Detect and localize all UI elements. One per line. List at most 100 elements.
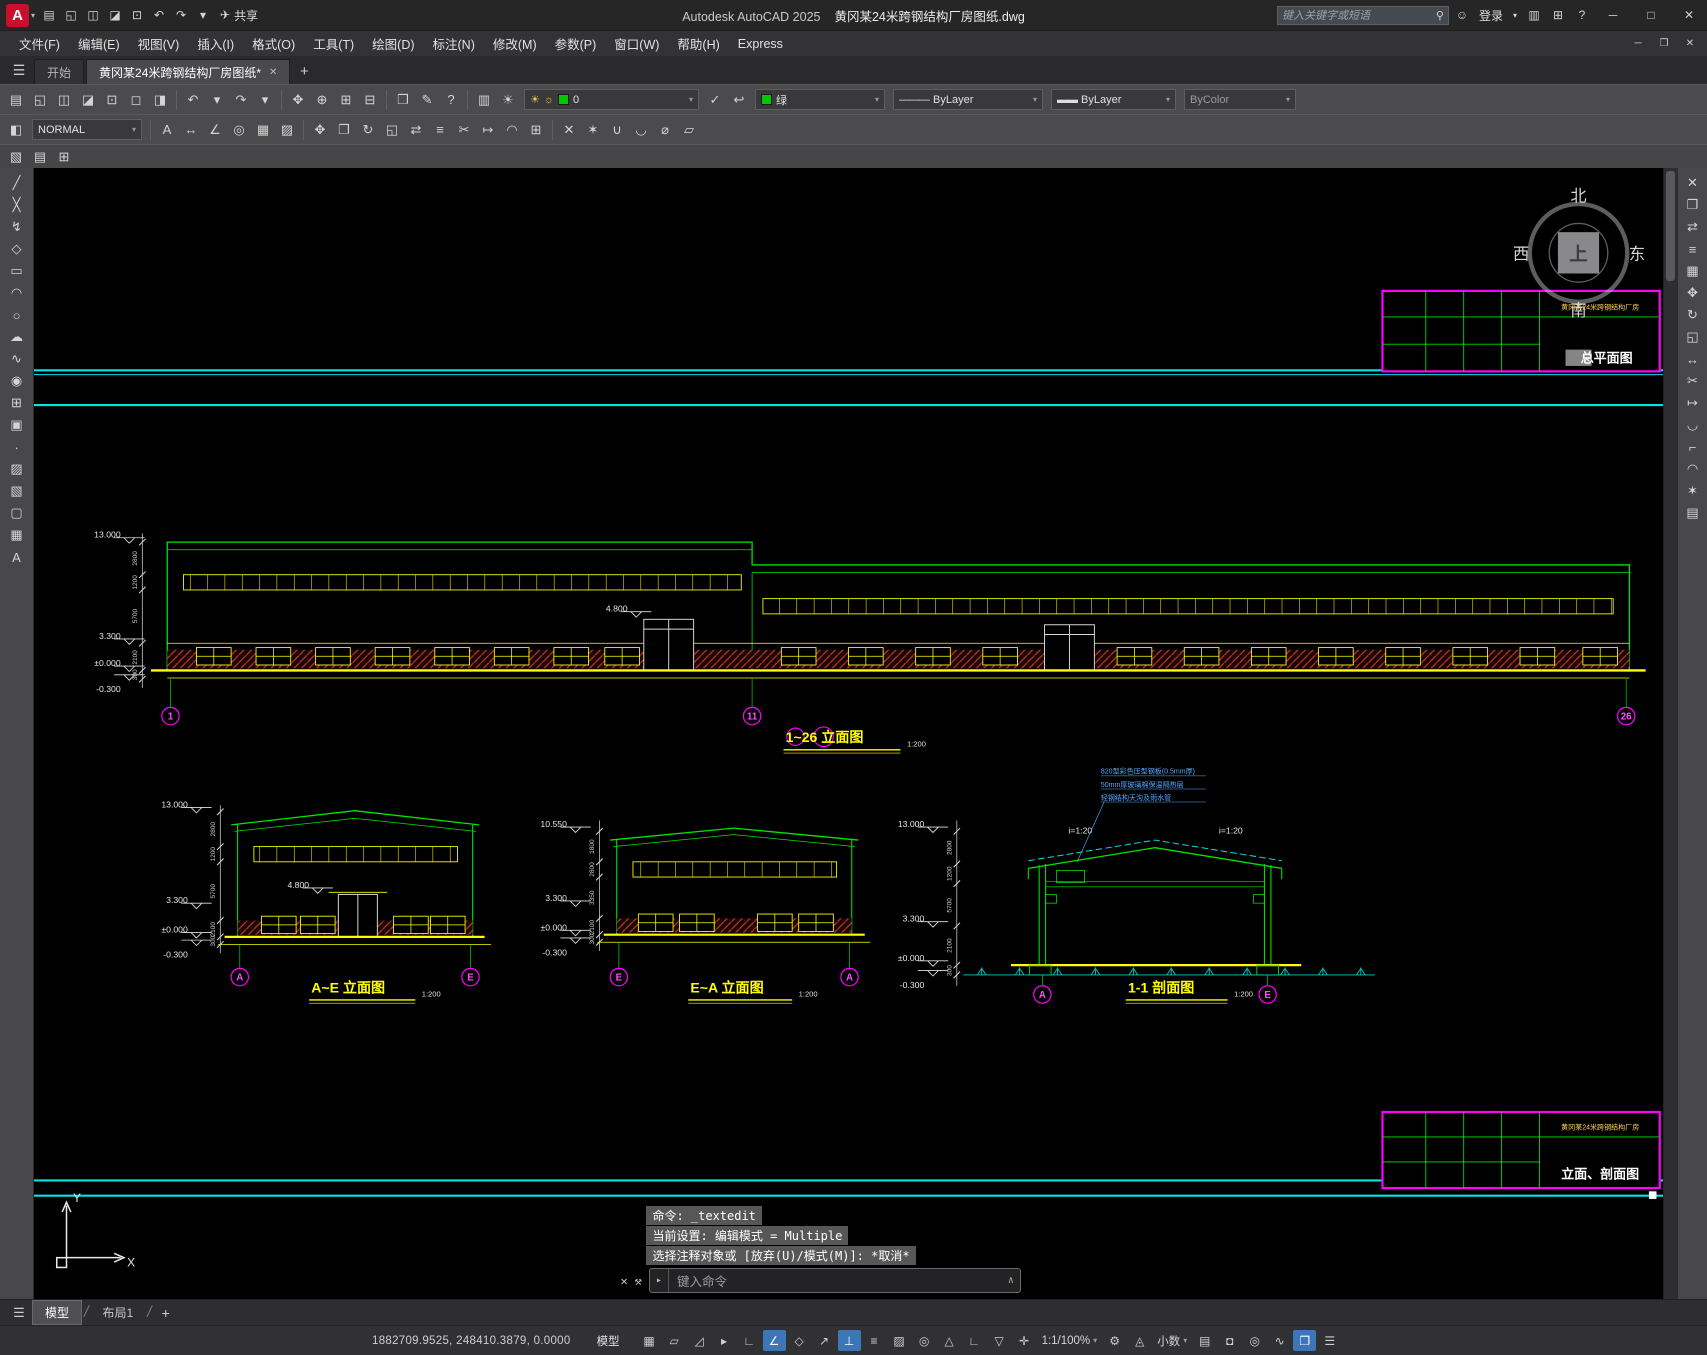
ungroup-icon[interactable]: ▤ <box>28 146 52 168</box>
object-snap-icon[interactable]: ⊥ <box>837 1330 861 1351</box>
plotstyle-dropdown-caret-icon[interactable]: ▾ <box>1286 95 1290 104</box>
text-style-caret-icon[interactable]: ▾ <box>132 125 136 134</box>
color-dropdown-caret-icon[interactable]: ▾ <box>875 95 879 104</box>
command-close-icon[interactable]: ✕ <box>620 1274 627 1288</box>
infer-constraints-icon[interactable]: ◿ <box>688 1330 711 1351</box>
model-space[interactable]: 黄冈某24米跨钢结构厂房 总平面图 黄冈某24米跨钢结构厂房 立面、剖面图 28… <box>34 168 1663 1299</box>
hatch-icon[interactable]: ▨ <box>5 458 29 480</box>
open-file-icon[interactable]: ◱ <box>60 5 82 25</box>
isolate-objects-icon[interactable]: ◎ <box>1243 1330 1266 1351</box>
table-icon[interactable]: ▦ <box>5 524 29 546</box>
table-icon[interactable]: ▦ <box>251 119 275 141</box>
dim-angular-icon[interactable]: ∠ <box>203 119 227 141</box>
help-menu-icon[interactable]: ? <box>1571 5 1593 25</box>
erase-icon[interactable]: ✕ <box>1681 172 1705 194</box>
minimize-button[interactable]: ─ <box>1595 0 1631 30</box>
drawing-title[interactable]: E~A 立面图 <box>690 979 763 995</box>
user-icon[interactable]: ☺ <box>1451 5 1473 25</box>
save-as-icon[interactable]: ◪ <box>104 5 126 25</box>
construction-line-icon[interactable]: ╳ <box>5 194 29 216</box>
fillet-icon[interactable]: ◠ <box>1681 458 1705 480</box>
units-caret-icon[interactable]: ▾ <box>1183 1336 1187 1345</box>
rectangle-icon[interactable]: ▭ <box>5 260 29 282</box>
group-manager-icon[interactable]: ⊞ <box>52 146 76 168</box>
layer-on-icon[interactable]: ☀ <box>530 93 540 106</box>
menu-item[interactable]: 插入(I) <box>188 31 243 57</box>
selection-filter-icon[interactable]: ▽ <box>988 1330 1011 1351</box>
mtext-icon[interactable]: A <box>5 546 29 568</box>
doc-close-button[interactable]: ✕ <box>1677 33 1703 55</box>
scale-icon[interactable]: ◱ <box>1681 326 1705 348</box>
zoom-realtime-icon[interactable]: ⊕ <box>310 89 334 111</box>
extend-icon[interactable]: ↦ <box>476 119 500 141</box>
dim-linear-icon[interactable]: ↔ <box>179 119 203 141</box>
selection-cycling-icon[interactable]: ◎ <box>913 1330 936 1351</box>
qat-caret-icon[interactable]: ▾ <box>192 5 214 25</box>
array-icon[interactable]: ⊞ <box>524 119 548 141</box>
array-icon[interactable]: ▦ <box>1681 260 1705 282</box>
compass-north[interactable]: 北 <box>1570 188 1586 206</box>
redo-caret-icon[interactable]: ▾ <box>253 89 277 111</box>
menu-item[interactable]: 工具(T) <box>304 31 363 57</box>
scale-caret-icon[interactable]: ▾ <box>1093 1336 1097 1345</box>
dynamic-input-icon[interactable]: ▸ <box>713 1330 736 1351</box>
app-menu-caret-icon[interactable]: ▾ <box>31 11 35 20</box>
redo-icon[interactable]: ↷ <box>170 5 192 25</box>
ellipse-icon[interactable]: ◉ <box>5 370 29 392</box>
doc-restore-button[interactable]: ❐ <box>1651 33 1677 55</box>
model-space-toggle[interactable]: 模型 <box>589 1331 628 1351</box>
transparency-icon[interactable]: ▨ <box>888 1330 911 1351</box>
revision-cloud-icon[interactable]: ☁ <box>5 326 29 348</box>
add-layout-button[interactable]: + <box>154 1303 178 1323</box>
object-snap-tracking-icon[interactable]: ↗ <box>813 1330 836 1351</box>
undo-icon[interactable]: ↶ <box>181 89 205 111</box>
saveas-icon[interactable]: ◪ <box>76 89 100 111</box>
search-icon[interactable]: ⚲ <box>1436 9 1444 22</box>
isometric-icon[interactable]: ◇ <box>788 1330 811 1351</box>
undo-caret-icon[interactable]: ▾ <box>205 89 229 111</box>
layer-freeze-icon[interactable]: ☼ <box>544 94 554 106</box>
erase-icon[interactable]: ✕ <box>557 119 581 141</box>
help-icon[interactable]: ? <box>439 89 463 111</box>
menu-item[interactable]: Express <box>729 31 792 57</box>
rotate-icon[interactable]: ↻ <box>356 119 380 141</box>
point-icon[interactable]: ∙ <box>5 436 29 458</box>
zoom-window-icon[interactable]: ⊞ <box>334 89 358 111</box>
text-style-dropdown[interactable]: NORMAL ▾ <box>32 119 142 140</box>
pan-icon[interactable]: ✥ <box>286 89 310 111</box>
recent-commands-icon[interactable]: ▸ <box>656 1269 669 1292</box>
stretch-icon[interactable]: ↔ <box>1681 348 1705 370</box>
explode-icon[interactable]: ✶ <box>581 119 605 141</box>
spline-icon[interactable]: ∿ <box>5 348 29 370</box>
osnap-3d-icon[interactable]: △ <box>938 1330 961 1351</box>
group-icon[interactable]: ▧ <box>4 146 28 168</box>
move-icon[interactable]: ✥ <box>1681 282 1705 304</box>
trim-icon[interactable]: ✂ <box>452 119 476 141</box>
extend-icon[interactable]: ↦ <box>1681 392 1705 414</box>
draworder-icon[interactable]: ◧ <box>4 119 28 141</box>
tab-layout1[interactable]: 布局1 <box>90 1301 145 1324</box>
explode-icon[interactable]: ✶ <box>1681 480 1705 502</box>
clean-screen-icon[interactable]: ❐ <box>1293 1330 1317 1351</box>
redo-icon[interactable]: ↷ <box>229 89 253 111</box>
autocad-logo[interactable]: A <box>6 3 29 27</box>
lineweight-dropdown[interactable]: ▬▬ ByLayer ▾ <box>1051 89 1176 110</box>
publish-icon[interactable]: ◨ <box>148 89 172 111</box>
polyline-icon[interactable]: ↯ <box>5 216 29 238</box>
new-file-icon[interactable]: ▤ <box>38 5 60 25</box>
titleblock-top-sheet[interactable]: 总平面图 <box>1581 351 1633 366</box>
units-dropdown[interactable]: 小数 ▾ <box>1151 1331 1193 1351</box>
move-icon[interactable]: ✥ <box>308 119 332 141</box>
polar-tracking-icon[interactable]: ∠ <box>762 1330 786 1351</box>
copy-icon[interactable]: ❐ <box>332 119 356 141</box>
qnew-icon[interactable]: ▤ <box>4 89 28 111</box>
circle-icon[interactable]: ○ <box>5 304 29 326</box>
login-button[interactable]: 登录 <box>1479 7 1503 24</box>
command-input[interactable]: ▸ 键入命令 ∧ <box>648 1268 1021 1293</box>
area-icon[interactable]: ▱ <box>677 119 701 141</box>
layer-states-icon[interactable]: ☀ <box>496 89 520 111</box>
break-icon[interactable]: ◡ <box>629 119 653 141</box>
drawing-canvas[interactable]: 黄冈某24米跨钢结构厂房 总平面图 黄冈某24米跨钢结构厂房 立面、剖面图 28… <box>34 168 1663 1299</box>
grip-point[interactable] <box>1648 1191 1657 1199</box>
drawing-title[interactable]: 1~26 立面图 <box>786 729 864 745</box>
